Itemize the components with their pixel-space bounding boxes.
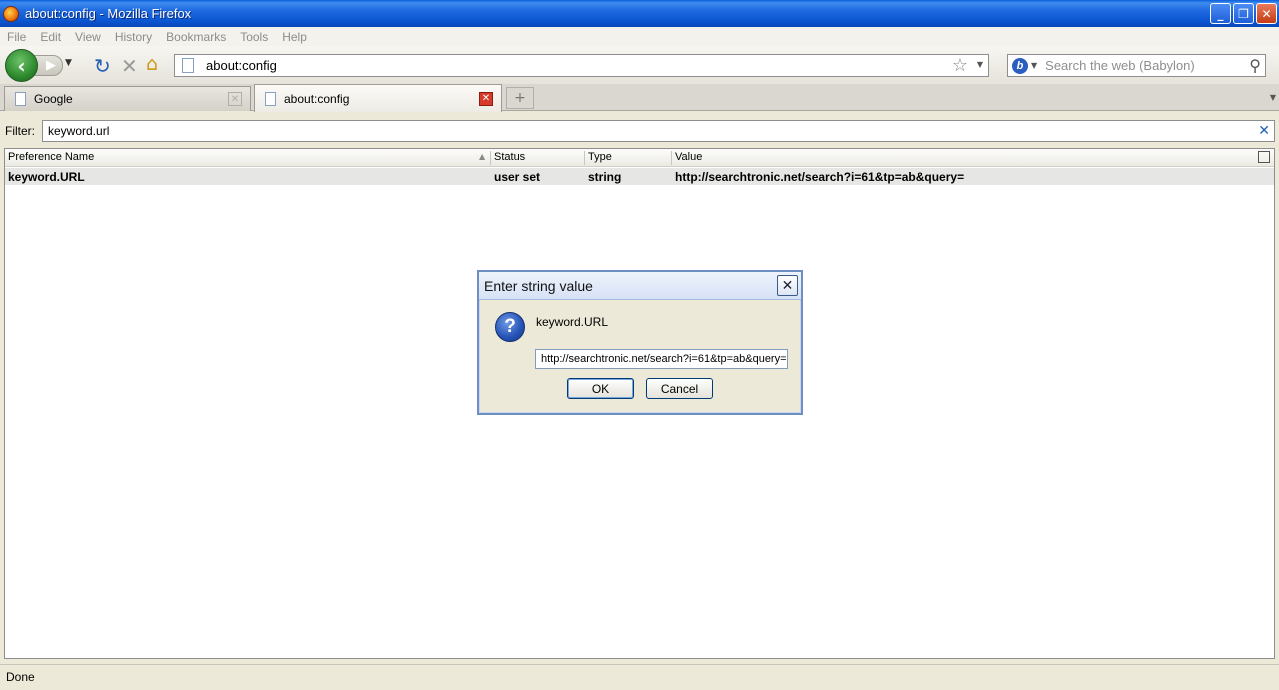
column-picker-icon[interactable] — [1258, 151, 1270, 163]
col-status[interactable]: Status — [494, 151, 525, 163]
window-controls: _ ❐ ✕ — [1210, 3, 1277, 24]
clear-filter-icon[interactable]: ✕ — [1258, 123, 1270, 139]
pref-name: keyword.URL — [8, 170, 85, 184]
question-icon: ? — [495, 312, 525, 342]
pref-type: string — [588, 170, 622, 184]
ok-button[interactable]: OK — [567, 378, 634, 399]
window-title: about:config - Mozilla Firefox — [25, 6, 192, 21]
filter-value[interactable]: keyword.url — [48, 124, 109, 138]
column-divider[interactable] — [490, 151, 491, 165]
col-type[interactable]: Type — [588, 151, 612, 163]
col-value[interactable]: Value — [675, 151, 702, 163]
close-window-button[interactable]: ✕ — [1256, 3, 1277, 24]
table-header: Preference Name ▲ Status Type Value — [5, 149, 1274, 167]
dialog-title-bar: Enter string value ✕ — [479, 272, 801, 300]
dialog-close-button[interactable]: ✕ — [777, 275, 798, 296]
menu-view[interactable]: View — [68, 30, 108, 44]
cancel-button[interactable]: Cancel — [646, 378, 713, 399]
menu-history[interactable]: History — [108, 30, 159, 44]
tab-label: about:config — [284, 91, 350, 106]
back-button[interactable]: ‹ — [5, 49, 38, 82]
status-text: Done — [6, 670, 35, 684]
menu-bookmarks[interactable]: Bookmarks — [159, 30, 233, 44]
tab-close-icon[interactable]: ✕ — [479, 91, 493, 106]
tab-about-config[interactable]: about:config ✕ — [254, 84, 502, 112]
enter-string-dialog: Enter string value ✕ ? keyword.URL http:… — [477, 270, 803, 415]
column-divider[interactable] — [584, 151, 585, 165]
page-icon — [265, 91, 276, 106]
pref-value: http://searchtronic.net/search?i=61&tp=a… — [675, 170, 965, 184]
tab-strip: Google ✕ about:config ✕ + ▼ — [0, 84, 1279, 112]
tab-list-dropdown-icon[interactable]: ▼ — [1270, 93, 1276, 102]
string-value-text[interactable]: http://searchtronic.net/search?i=61&tp=a… — [541, 353, 787, 365]
tab-google[interactable]: Google ✕ — [4, 86, 251, 111]
filter-label: Filter: — [5, 124, 35, 138]
reload-icon[interactable]: ↻ — [94, 54, 111, 78]
menu-bar: File Edit View History Bookmarks Tools H… — [0, 27, 1279, 46]
title-bar: about:config - Mozilla Firefox _ ❐ ✕ — [0, 0, 1279, 27]
page-icon — [182, 58, 194, 73]
url-dropdown-icon[interactable]: ▼ — [977, 60, 983, 69]
menu-edit[interactable]: Edit — [33, 30, 68, 44]
dialog-message: keyword.URL — [536, 315, 609, 329]
menu-help[interactable]: Help — [275, 30, 314, 44]
maximize-button[interactable]: ❐ — [1233, 3, 1254, 24]
sort-ascending-icon: ▲ — [479, 152, 486, 161]
stop-icon[interactable]: ✕ — [121, 54, 138, 78]
home-icon[interactable]: ⌂ — [146, 53, 158, 75]
history-dropdown-icon[interactable]: ▼ — [65, 58, 72, 68]
url-bar[interactable]: about:config ☆ ▼ — [174, 54, 989, 77]
dialog-title: Enter string value — [484, 278, 593, 294]
engine-dropdown-icon[interactable]: ▼ — [1031, 61, 1037, 70]
new-tab-button[interactable]: + — [506, 87, 534, 109]
minimize-button[interactable]: _ — [1210, 3, 1231, 24]
tab-close-icon[interactable]: ✕ — [228, 92, 242, 106]
search-bar[interactable]: b ▼ Search the web (Babylon) ⚲ — [1007, 54, 1266, 77]
string-value-input[interactable]: http://searchtronic.net/search?i=61&tp=a… — [535, 349, 788, 369]
col-preference-name[interactable]: Preference Name — [8, 151, 94, 163]
firefox-logo-icon — [3, 5, 19, 22]
filter-input[interactable]: keyword.url ✕ — [42, 120, 1275, 142]
bookmark-star-icon[interactable]: ☆ — [952, 55, 968, 76]
search-magnifier-icon[interactable]: ⚲ — [1249, 56, 1261, 75]
status-bar: Done — [0, 664, 1279, 690]
navigation-toolbar: ▶ ‹ ▼ ↻ ✕ ⌂ about:config ☆ ▼ b ▼ Search … — [0, 46, 1279, 84]
menu-tools[interactable]: Tools — [233, 30, 275, 44]
column-divider[interactable] — [671, 151, 672, 165]
search-placeholder[interactable]: Search the web (Babylon) — [1045, 58, 1195, 73]
tab-label: Google — [34, 92, 73, 106]
babylon-engine-icon[interactable]: b — [1012, 57, 1028, 74]
page-icon — [15, 92, 26, 106]
url-text[interactable]: about:config — [206, 58, 277, 73]
menu-file[interactable]: File — [0, 30, 33, 44]
table-row[interactable]: keyword.URL user set string http://searc… — [5, 168, 1274, 185]
pref-status: user set — [494, 170, 541, 184]
